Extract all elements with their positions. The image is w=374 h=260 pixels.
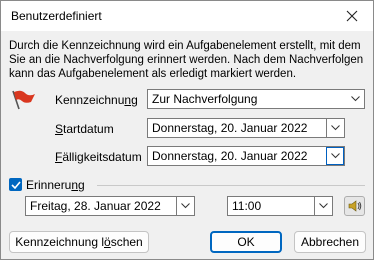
dialog-description: Durch die Kennzeichnung wird ein Aufgabe… [9,40,364,80]
chevron-down-icon[interactable] [176,197,194,215]
title-bar: Benutzerdefiniert [1,1,373,31]
flag-icon [12,90,35,110]
clear-flag-button[interactable]: Kennzeichnung l ö schen [9,231,149,253]
close-icon [346,10,358,22]
reminder-date-input[interactable]: Freitag, 28. Januar 2022 [25,196,195,216]
reminder-checkbox[interactable] [9,178,22,191]
chevron-down-icon[interactable] [326,119,344,137]
start-date-label: Startdatum [55,122,114,136]
start-date-value: Donnerstag, 20. Januar 2022 [152,121,308,135]
close-button[interactable] [331,1,373,31]
cancel-button[interactable]: Abbrechen [294,231,366,253]
check-icon [10,180,21,189]
due-date-input[interactable]: Donnerstag, 20. Januar 2022 [147,146,345,166]
window-title: Benutzerdefiniert [11,9,102,23]
due-date-value: Donnerstag, 20. Januar 2022 [152,149,308,163]
custom-flag-dialog: Benutzerdefiniert Durch die Kennzeichnun… [0,0,374,260]
speaker-icon [348,200,361,212]
chevron-down-icon[interactable] [314,197,332,215]
chevron-down-icon[interactable] [326,147,344,165]
ok-button[interactable]: OK [210,231,282,253]
reminder-date-value: Freitag, 28. Januar 2022 [30,199,161,213]
separator [97,185,365,186]
flag-type-label: Kennzeichnung [55,93,138,107]
reminder-time-value: 11:00 [232,199,262,213]
start-date-input[interactable]: Donnerstag, 20. Januar 2022 [147,118,345,138]
reminder-label[interactable]: Erinnerung [26,178,85,192]
chevron-down-icon[interactable] [346,90,364,108]
flag-type-select[interactable]: Zur Nachverfolgung [147,89,365,109]
reminder-sound-button[interactable] [344,196,365,216]
reminder-time-input[interactable]: 11:00 [227,196,333,216]
flag-type-value: Zur Nachverfolgung [152,92,258,106]
due-date-label: Fälligkeitsdatum [55,150,142,164]
